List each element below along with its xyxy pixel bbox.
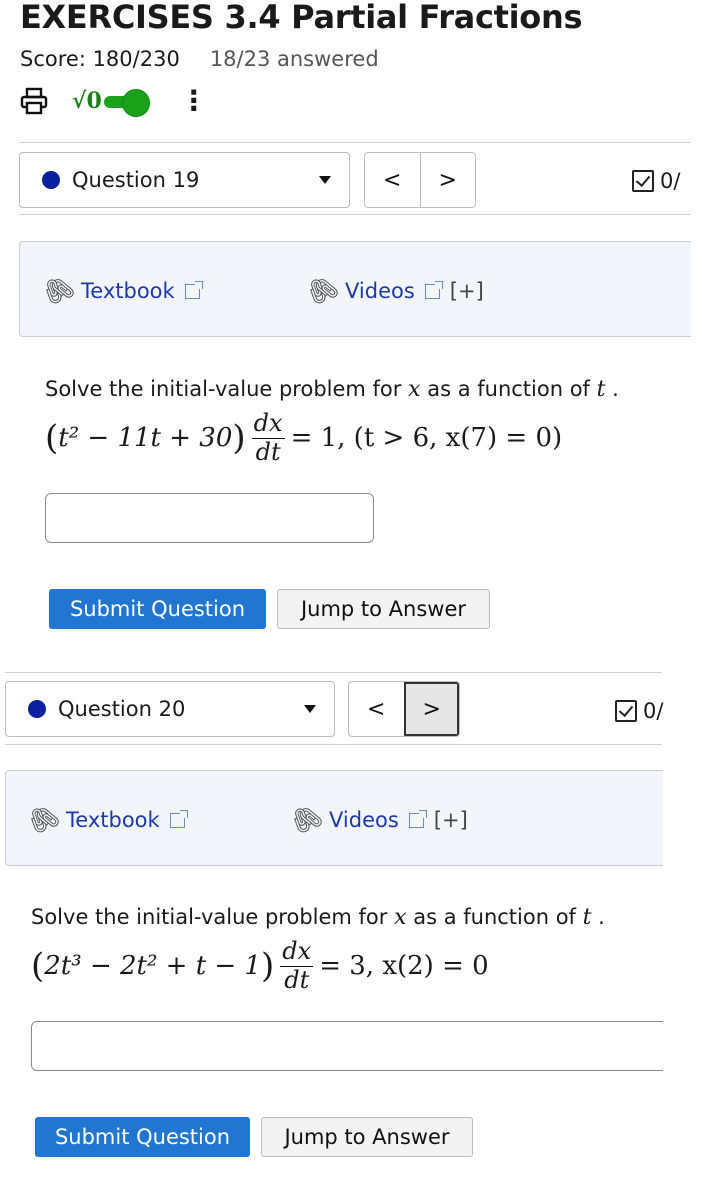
score-line: Score: 180/230 18/23 answered — [20, 47, 379, 71]
math-display-toggle[interactable]: √0 — [72, 88, 150, 117]
answered-count: 18/23 answered — [209, 47, 379, 71]
question-equation: ( t² − 11t + 30 ) dx dt = 1, (t > 6, x(7… — [45, 406, 562, 470]
prompt-text: . — [612, 377, 619, 401]
question-score-text: 0/ — [660, 169, 681, 193]
sqrt-icon: √0 — [72, 88, 102, 114]
question-score-text: 0/ — [643, 699, 664, 723]
equation-rhs: = 1, (t > 6, x(7) = 0) — [290, 423, 563, 453]
question-equation: ( 2t³ − 2t² + t − 1 ) dx dt = 3, x(2) = … — [31, 934, 489, 998]
question-label: Question 20 — [58, 697, 186, 721]
more-options-icon[interactable]: ⋮ — [180, 87, 208, 115]
question-prompt: Solve the initial-value problem for x as… — [31, 905, 605, 930]
equation-rhs: = 3, x(2) = 0 — [319, 951, 489, 981]
expand-toggle[interactable]: [+] — [434, 808, 468, 832]
divider — [5, 744, 662, 745]
question-nav: < > — [364, 152, 476, 208]
prev-question-button[interactable]: < — [349, 682, 404, 736]
question-status-dot — [42, 171, 60, 189]
question-score: 0/ — [615, 699, 663, 723]
divider — [20, 142, 690, 143]
external-link-icon — [184, 280, 203, 299]
prompt-text: Solve the initial-value problem for — [45, 377, 402, 401]
prev-question-button[interactable]: < — [365, 153, 420, 207]
toolbar: √0 ⋮ — [20, 84, 208, 118]
prompt-variable: x — [408, 377, 421, 402]
equation-lhs: 2t³ − 2t² + t − 1 — [44, 951, 262, 981]
derivative-fraction: dx dt — [251, 409, 285, 466]
question-prompt: Solve the initial-value problem for x as… — [45, 377, 619, 402]
question-score: 0/ — [632, 169, 680, 193]
fraction-denominator: dt — [255, 437, 281, 466]
next-question-button[interactable]: > — [419, 153, 476, 207]
textbook-label: Textbook — [66, 808, 160, 832]
videos-label: Videos — [345, 279, 415, 303]
question-status-dot — [28, 700, 46, 718]
fraction-numerator: dx — [251, 409, 285, 439]
chevron-down-icon — [319, 176, 331, 184]
print-icon[interactable] — [20, 85, 50, 117]
external-link-icon — [408, 809, 427, 828]
fraction-numerator: dx — [280, 937, 314, 967]
equation-lhs: t² − 11t + 30 — [58, 423, 233, 453]
prompt-text: as a function of — [413, 905, 576, 929]
answer-input[interactable] — [45, 493, 374, 543]
derivative-fraction: dx dt — [280, 937, 314, 994]
chevron-down-icon — [304, 705, 316, 713]
score-text: Score: 180/230 — [20, 47, 180, 71]
page-title: EXERCISES 3.4 Partial Fractions — [20, 0, 583, 36]
question-label: Question 19 — [72, 168, 200, 192]
answer-input[interactable] — [31, 1021, 663, 1071]
paren-close: ) — [261, 946, 275, 986]
prompt-text: as a function of — [427, 377, 590, 401]
fraction-denominator: dt — [284, 965, 310, 994]
jump-to-answer-button[interactable]: Jump to Answer — [277, 589, 490, 629]
question-selector[interactable]: Question 20 — [5, 681, 335, 737]
prompt-variable: t — [582, 905, 592, 930]
paren-open: ( — [31, 946, 45, 986]
expand-toggle[interactable]: [+] — [450, 279, 484, 303]
jump-to-answer-button[interactable]: Jump to Answer — [261, 1117, 473, 1157]
question-selector[interactable]: Question 19 — [19, 152, 350, 208]
videos-label: Videos — [329, 808, 399, 832]
prompt-text: Solve the initial-value problem for — [31, 905, 388, 929]
prompt-variable: t — [596, 377, 606, 402]
paren-open: ( — [45, 418, 59, 458]
checkbox-icon — [615, 700, 637, 722]
checkbox-icon — [632, 170, 654, 192]
toggle-switch[interactable] — [103, 89, 150, 117]
textbook-link[interactable]: 🖇 Textbook — [21, 798, 188, 842]
submit-question-button[interactable]: Submit Question — [35, 1117, 250, 1157]
textbook-label: Textbook — [81, 279, 175, 303]
videos-link[interactable]: 🖇 Videos [+] — [284, 798, 468, 842]
videos-link[interactable]: 🖇 Videos [+] — [300, 269, 484, 313]
paren-close: ) — [232, 418, 246, 458]
prompt-variable: x — [394, 905, 407, 930]
external-link-icon — [424, 280, 443, 299]
submit-question-button[interactable]: Submit Question — [49, 589, 266, 629]
next-question-button[interactable]: > — [403, 682, 459, 736]
prompt-text: . — [598, 905, 605, 929]
divider — [20, 214, 690, 215]
divider — [5, 672, 662, 673]
question-nav: < > — [348, 681, 460, 737]
external-link-icon — [169, 809, 188, 828]
textbook-link[interactable]: 🖇 Textbook — [36, 269, 203, 313]
